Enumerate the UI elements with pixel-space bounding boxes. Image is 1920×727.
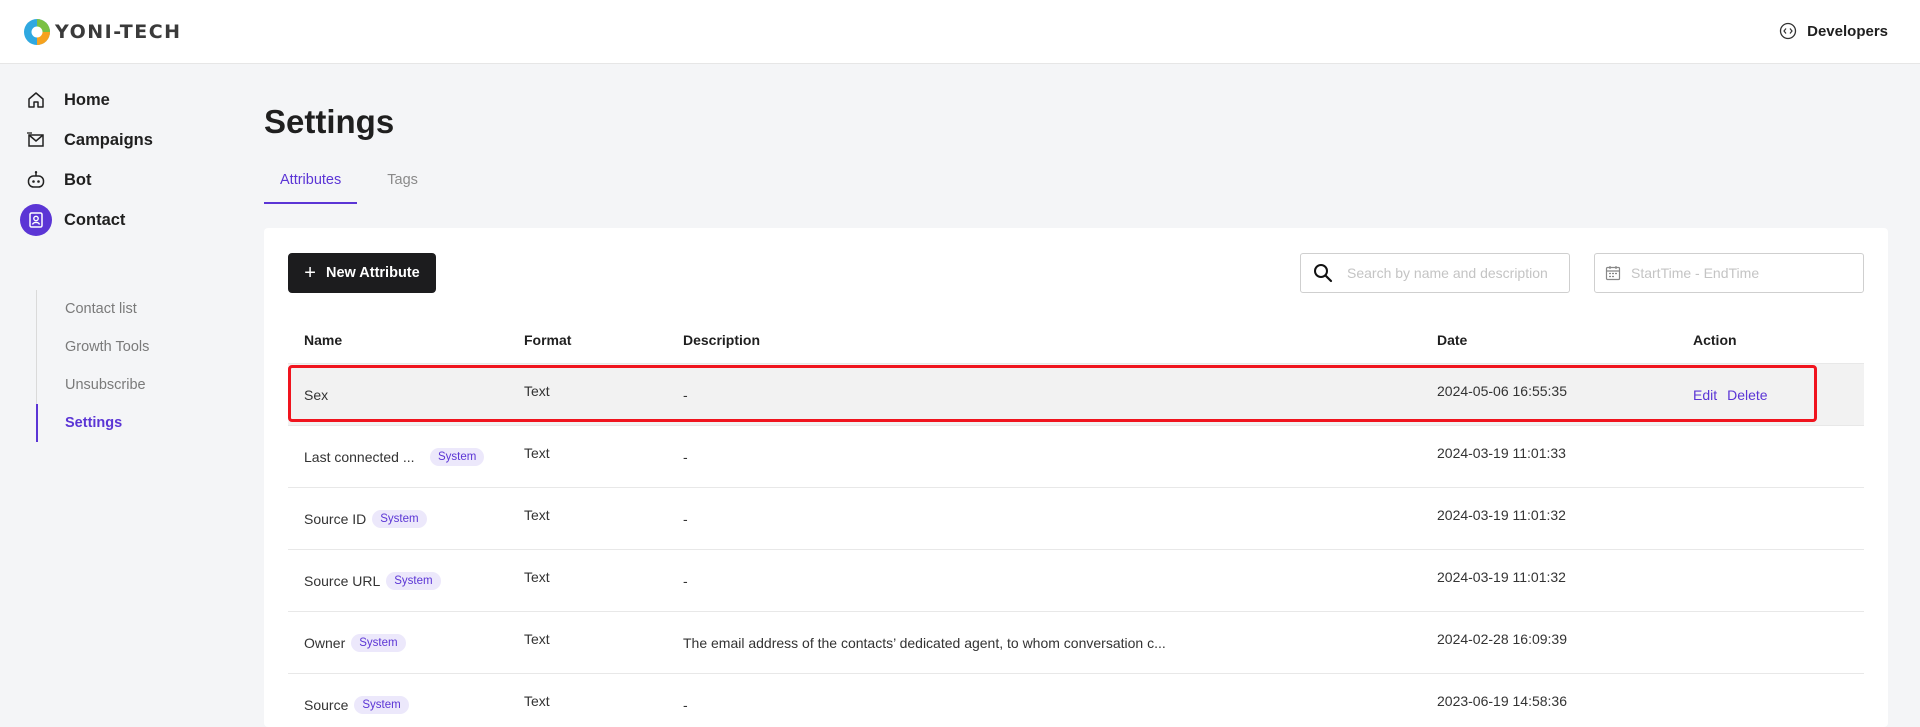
date-range-input[interactable] [1631,265,1851,281]
sidebar-item-campaigns[interactable]: Campaigns [20,124,153,156]
system-badge: System [354,695,409,714]
table-row[interactable]: Source System Text - 2023-06-19 14:58:36 [288,674,1864,727]
row-actions: Edit Delete [1693,387,1768,403]
system-badge: System [386,571,441,590]
delete-link[interactable]: Delete [1727,387,1767,403]
attribute-name: Owner System [304,633,406,652]
code-icon [1779,22,1797,40]
attribute-format: Text [524,692,550,709]
contact-subnav: Contact list Growth Tools Unsubscribe Se… [36,290,236,442]
table-row[interactable]: Source ID System Text - 2024-03-19 11:01:… [288,488,1864,550]
attribute-description: - [683,572,688,589]
attribute-name: Source ID System [304,509,427,528]
column-header-name[interactable]: Name [304,332,342,348]
date-range-picker[interactable] [1594,253,1864,293]
contact-icon [20,204,52,236]
attribute-date: 2024-02-28 16:09:39 [1437,630,1567,647]
attribute-format: Text [524,444,550,461]
attribute-name-text: Source [304,696,349,713]
column-header-action: Action [1693,331,1737,348]
attribute-name: Sex [304,387,328,403]
sidebar-subitem-growth-tools[interactable]: Growth Tools [37,328,236,366]
sidebar-item-label: Contact [64,210,126,229]
search-box[interactable] [1300,253,1570,293]
table-row[interactable]: Sex Text - 2024-05-06 16:55:35 Edit Dele… [288,364,1864,426]
tab-attributes[interactable]: Attributes [264,168,358,204]
column-header-date[interactable]: Date [1437,332,1467,348]
attribute-date: 2024-03-19 11:01:32 [1437,568,1566,585]
attribute-date: 2024-03-19 11:01:32 [1437,506,1566,523]
attribute-format: Text [524,630,550,647]
attribute-name-text: Sex [304,386,329,403]
search-input[interactable] [1347,265,1567,281]
attribute-name: Source URL System [304,571,441,590]
attribute-name: Last connected ... System [304,447,485,466]
sidebar-item-home[interactable]: Home [20,84,110,116]
column-header-format[interactable]: Format [524,332,571,348]
column-header-description[interactable]: Description [683,332,760,348]
table-row[interactable]: Owner System Text The email address of th… [288,612,1864,674]
logo-icon [24,19,50,45]
table-row[interactable]: Last connected ... System Text - 2024-03-… [288,426,1864,488]
calendar-icon [1605,266,1621,281]
system-badge: System [372,509,427,528]
sidebar-subitem-settings[interactable]: Settings [36,404,236,442]
sidebar-item-bot[interactable]: Bot [20,164,92,196]
attribute-name-text: Source URL [304,572,381,589]
attribute-description: - [683,448,688,465]
attribute-format: Text [524,568,550,585]
sidebar-item-contact[interactable]: Contact [20,204,125,236]
attributes-card: + New Attribute Name Format Description … [264,228,1888,727]
system-badge: System [351,633,406,652]
sidebar-item-label: Campaigns [64,130,153,149]
attribute-format: Text [524,506,550,523]
new-attribute-button[interactable]: + New Attribute [288,253,436,293]
developers-label: Developers [1807,22,1888,40]
attribute-description: - [683,386,688,403]
system-badge: System [430,447,485,466]
sidebar-subitem-contact-list[interactable]: Contact list [37,290,236,328]
campaigns-icon [20,124,52,156]
developers-link[interactable]: Developers [1779,22,1888,40]
sidebar: Home Campaigns Bot Contact Contact list … [0,64,240,727]
sidebar-subitem-unsubscribe[interactable]: Unsubscribe [37,366,236,404]
plus-icon: + [304,262,316,284]
attributes-table: Name Format Description Date Action Sex … [288,316,1864,727]
attribute-date: 2024-05-06 16:55:35 [1437,382,1567,399]
attribute-format: Text [524,382,550,399]
new-attribute-label: New Attribute [325,265,420,281]
search-icon [1314,264,1333,283]
page-title: Settings [264,103,395,140]
bot-icon [20,164,52,196]
edit-link[interactable]: Edit [1693,387,1717,403]
attribute-description: The email address of the contacts’ dedic… [683,634,1166,651]
attribute-date: 2023-06-19 14:58:36 [1437,692,1567,709]
attribute-description: - [683,696,688,713]
settings-tabs: Attributes Tags [264,168,434,204]
attribute-name-text: Last connected ... [304,448,415,465]
attribute-name: Source System [304,695,409,714]
attribute-date: 2024-03-19 11:01:33 [1437,444,1566,461]
top-bar: YONI-TECH Developers [0,0,1920,64]
tab-tags[interactable]: Tags [371,168,434,204]
sidebar-item-label: Bot [64,170,92,189]
table-header: Name Format Description Date Action [288,316,1864,364]
attribute-description: - [683,510,688,527]
sidebar-item-label: Home [64,90,110,109]
brand-logo[interactable]: YONI-TECH [23,18,182,46]
home-icon [20,84,52,116]
attribute-name-text: Source ID [304,510,367,527]
brand-name: YONI-TECH [55,21,182,43]
table-row[interactable]: Source URL System Text - 2024-03-19 11:01… [288,550,1864,612]
attribute-name-text: Owner [304,634,346,651]
